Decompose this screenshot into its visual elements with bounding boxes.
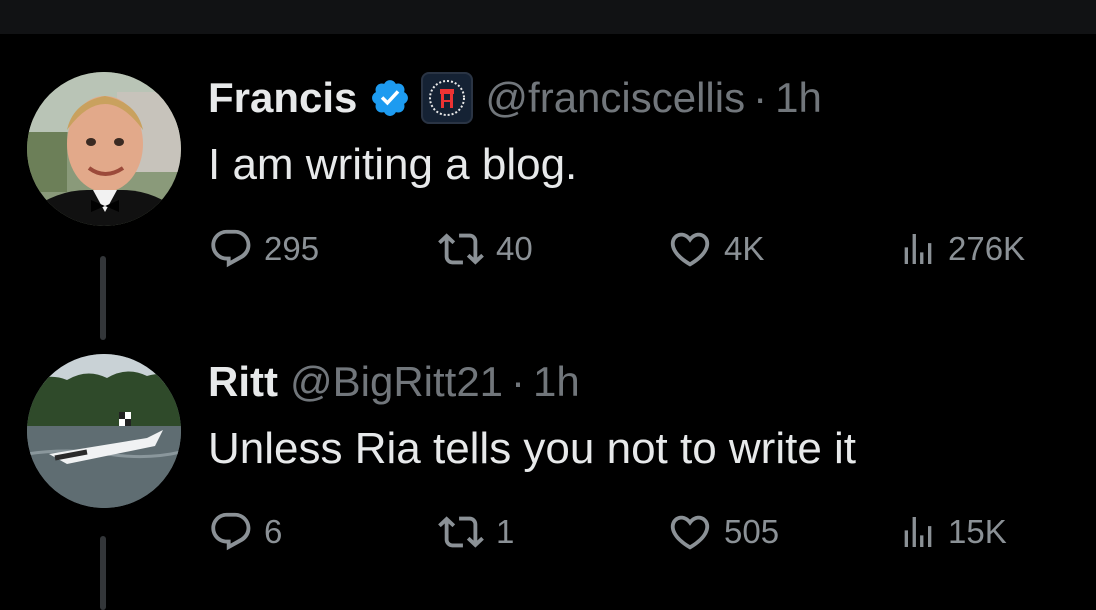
reply-count: 6 xyxy=(264,513,283,550)
action-bar: 6 1 505 15K xyxy=(208,508,1068,556)
affiliation-badge[interactable] xyxy=(421,72,474,124)
like-icon xyxy=(670,232,710,267)
avatar-francis[interactable] xyxy=(27,72,181,226)
views-icon xyxy=(904,234,932,264)
thread-line xyxy=(100,256,106,340)
separator-dot: · xyxy=(753,74,768,121)
repost-count: 1 xyxy=(496,513,515,550)
reply-icon xyxy=(211,512,251,551)
verified-badge-icon[interactable] xyxy=(369,77,411,119)
barstool-logo-icon xyxy=(429,80,466,116)
tweet-text: I am writing a blog. xyxy=(208,140,578,189)
like-count: 4K xyxy=(724,230,765,267)
repost-icon xyxy=(438,516,484,548)
reply-button[interactable]: 6 xyxy=(208,508,282,556)
repost-count: 40 xyxy=(496,230,533,267)
tweet-text: Unless Ria tells you not to write it xyxy=(208,424,857,473)
tweet-ritt[interactable]: Ritt @BigRitt21 · 1h Unless Ria tells yo… xyxy=(0,340,1096,610)
views-icon xyxy=(904,517,932,547)
tweet-header: Francis @franciscellis · 1h xyxy=(208,72,822,124)
views-button[interactable]: 276K xyxy=(898,225,1025,273)
handle[interactable]: @franciscellis xyxy=(485,74,745,122)
timestamp[interactable]: 1h xyxy=(533,358,580,406)
reply-button[interactable]: 295 xyxy=(208,225,319,273)
timestamp[interactable]: 1h xyxy=(775,74,822,122)
avatar-ritt[interactable] xyxy=(27,354,181,508)
repost-icon xyxy=(438,233,484,265)
views-button[interactable]: 15K xyxy=(898,508,1007,556)
like-button[interactable]: 505 xyxy=(666,508,779,556)
reply-count: 295 xyxy=(264,230,320,267)
action-bar: 295 40 4K 276K xyxy=(208,225,1068,273)
thread-line xyxy=(100,536,106,610)
handle[interactable]: @BigRitt21 xyxy=(290,358,503,406)
views-count: 15K xyxy=(948,513,1007,550)
repost-button[interactable]: 40 xyxy=(436,225,533,273)
reply-icon xyxy=(211,229,251,268)
separator-dot: · xyxy=(511,358,526,405)
repost-button[interactable]: 1 xyxy=(436,508,514,556)
tweet-header: Ritt @BigRitt21 · 1h xyxy=(208,356,580,408)
tweet-francis[interactable]: Francis @franciscellis · 1h I am writing… xyxy=(0,0,1096,340)
like-button[interactable]: 4K xyxy=(666,225,764,273)
like-count: 505 xyxy=(724,513,780,550)
display-name[interactable]: Ritt xyxy=(208,358,278,406)
views-count: 276K xyxy=(948,230,1026,267)
display-name[interactable]: Francis xyxy=(208,74,357,122)
like-icon xyxy=(670,515,710,550)
